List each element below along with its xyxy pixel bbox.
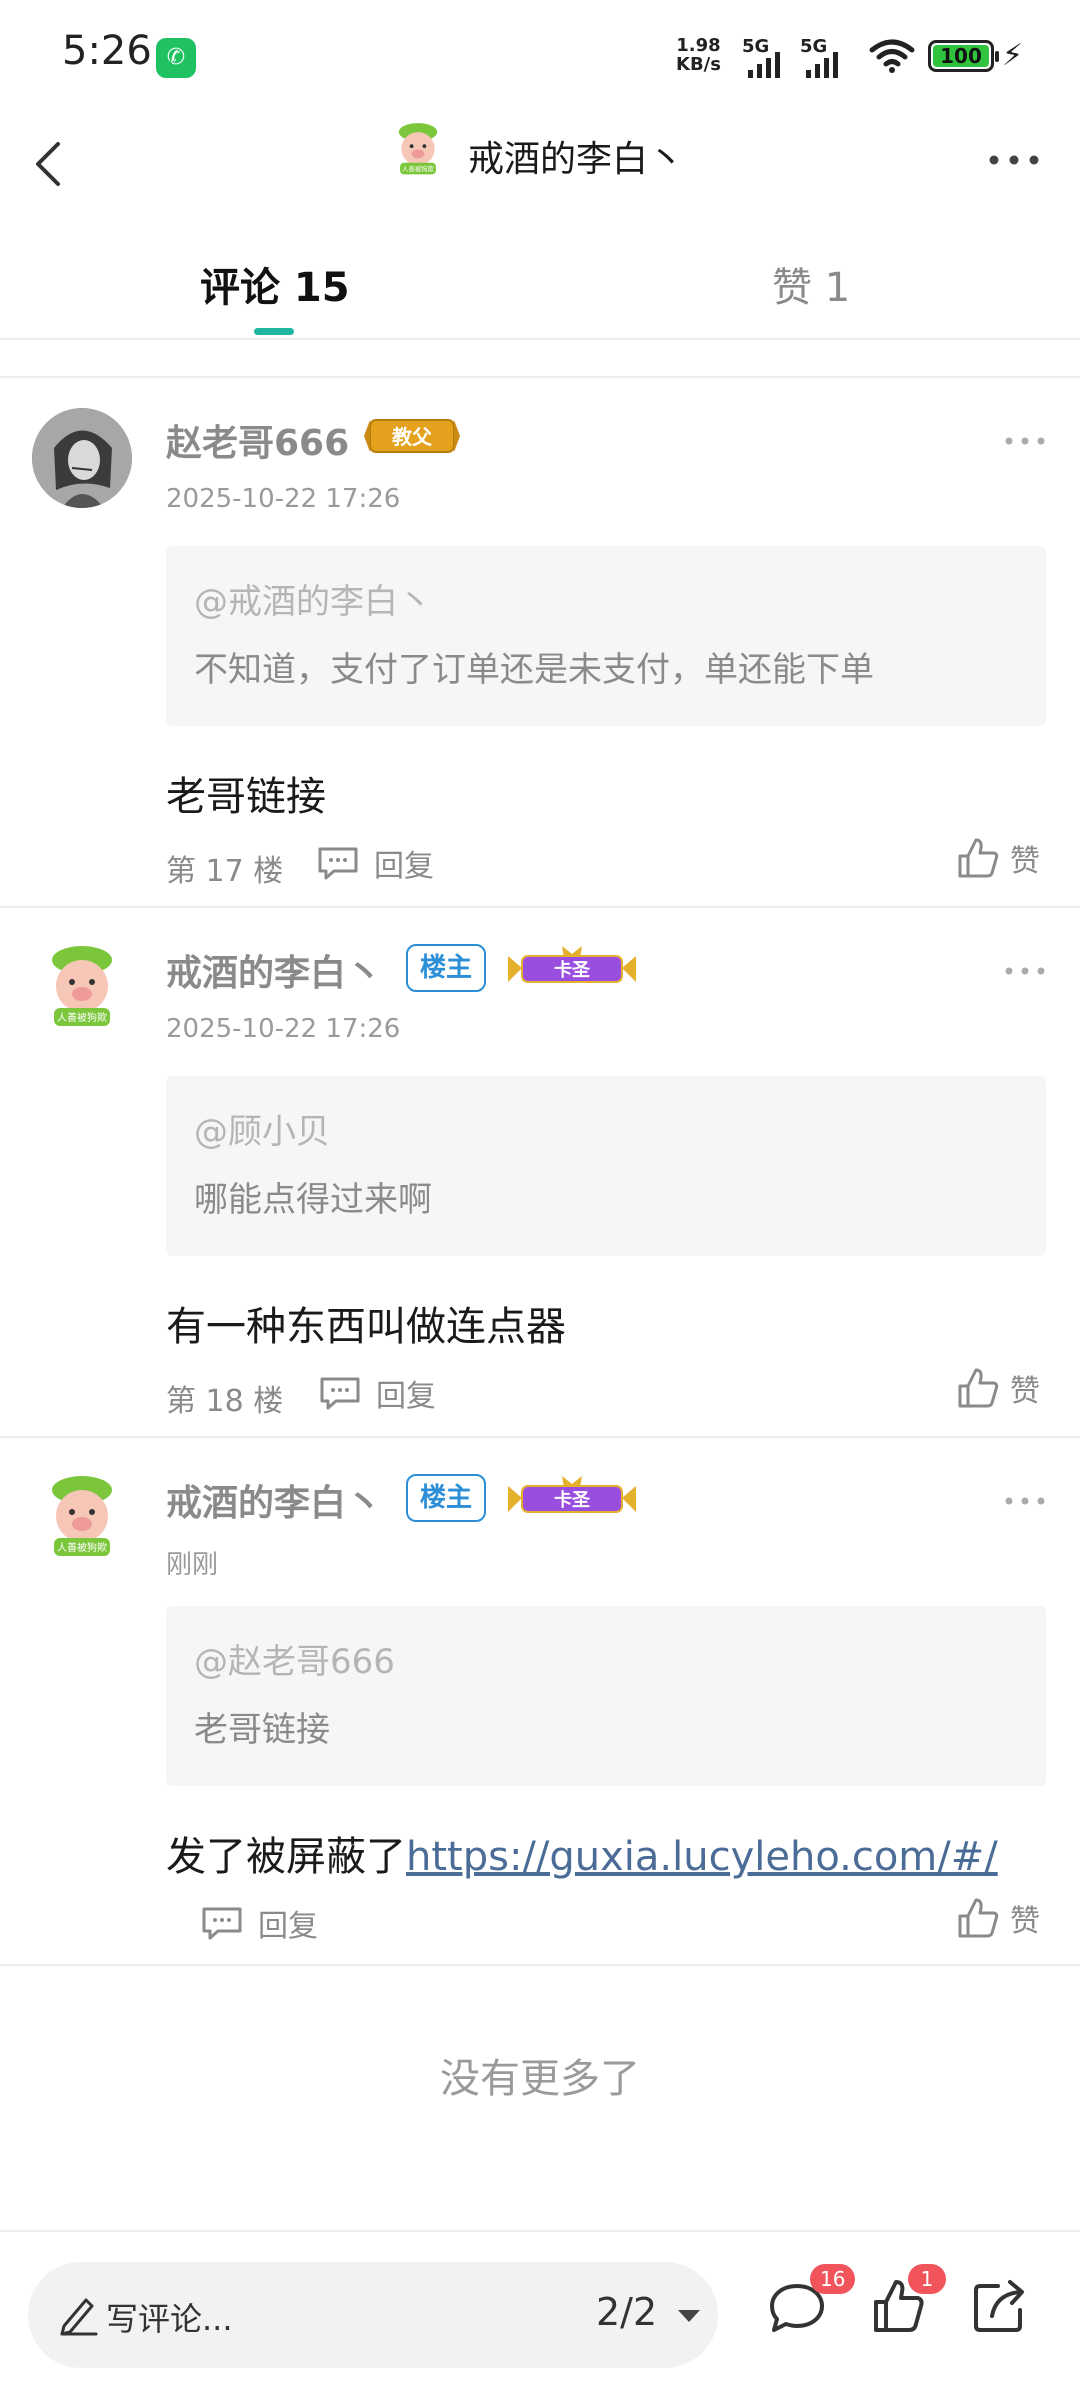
battery-icon: 100 (928, 40, 999, 72)
network-speed: 1.98 KB/s (676, 36, 721, 74)
title-badge-text: 卡圣 (554, 959, 591, 981)
reply-icon (202, 1907, 242, 1940)
header-avatar[interactable]: 人善被狗欺 (386, 118, 450, 182)
network-speed-value: 1.98 (676, 35, 721, 56)
like-label: 赞 (1010, 1904, 1040, 1939)
reply-label: 回复 (258, 1909, 318, 1944)
reply-button[interactable]: 回复 (316, 838, 434, 888)
comment-link[interactable]: https://guxia.lucyleho.com/#/ (406, 1834, 998, 1880)
charging-icon: ⚡ (1002, 38, 1024, 73)
back-button[interactable] (20, 122, 80, 202)
avatar[interactable] (32, 408, 132, 508)
bottom-bar: 写评论... 2/2 16 1 (0, 2230, 1080, 2400)
like-label: 赞 (1010, 844, 1040, 879)
quoted-comment[interactable]: @戒酒的李白丶 不知道，支付了订单还是未支付，单还能下单 (166, 546, 1046, 726)
comment-body: 有一种东西叫做连点器 (166, 1304, 566, 1350)
page-indicator[interactable]: 2/2 (596, 2290, 657, 2334)
quoted-comment[interactable]: @赵老哥666 老哥链接 (166, 1606, 1046, 1786)
comment-time: 刚刚 (166, 1550, 219, 1580)
thumbs-up-icon (958, 1368, 999, 1408)
page-title: 戒酒的李白丶 (468, 139, 685, 180)
comment-body-text: 发了被屏蔽了 (166, 1834, 406, 1880)
tab-active-indicator (254, 328, 294, 335)
pencil-icon (60, 2298, 98, 2336)
like-label: 赞 (1010, 1374, 1040, 1409)
like-button[interactable]: 赞 (956, 828, 1040, 888)
reply-label: 回复 (376, 1379, 436, 1414)
wifi-icon (869, 39, 915, 73)
wechat-notification-icon: ✆ (156, 38, 196, 78)
comment-time: 2025-10-22 17:26 (166, 1014, 401, 1044)
owner-badge: 楼主 (406, 1474, 487, 1522)
pig-avatar-icon: 人善被狗欺 (386, 118, 450, 182)
avatar[interactable]: 人善被狗欺 (32, 1468, 132, 1568)
comment-time: 2025-10-22 17:26 (166, 484, 401, 514)
divider (0, 338, 1080, 340)
comment-more-button[interactable] (1000, 426, 1050, 456)
quoted-text: 不知道，支付了订单还是未支付，单还能下单 (194, 650, 874, 690)
title-badge-text: 教父 (392, 425, 433, 449)
title-badge: 教父 (364, 419, 460, 453)
comment-body: 老哥链接 (166, 774, 326, 820)
title-badge: 卡圣 (508, 1476, 636, 1513)
comment-more-button[interactable] (1000, 1486, 1050, 1516)
pig-avatar-icon: 人善被狗欺 (32, 938, 132, 1038)
share-button[interactable] (966, 2272, 1036, 2342)
network-speed-unit: KB/s (676, 54, 721, 75)
comment-more-button[interactable] (1000, 956, 1050, 986)
floor-label: 第 17 楼 (166, 854, 284, 889)
tab-likes[interactable]: 赞 1 (772, 255, 850, 313)
quoted-comment[interactable]: @顾小贝 哪能点得过来啊 (166, 1076, 1046, 1256)
thumbs-up-icon (958, 1898, 999, 1938)
quoted-user[interactable]: @顾小贝 (194, 1104, 330, 1153)
title-badge-text: 卡圣 (554, 1489, 591, 1511)
title-badge: 卡圣 (508, 946, 636, 983)
owner-badge: 楼主 (406, 944, 487, 992)
username[interactable]: 戒酒的李白丶 (166, 1474, 382, 1526)
username[interactable]: 赵老哥666 (166, 414, 349, 466)
like-post-button[interactable]: 1 (864, 2264, 946, 2342)
status-time: 5:26 (62, 28, 152, 74)
floor-label: 第 18 楼 (166, 1384, 284, 1419)
quoted-text: 老哥链接 (194, 1710, 330, 1750)
comment-body: 发了被屏蔽了https://guxia.lucyleho.com/#/ (166, 1824, 998, 1882)
quoted-text: 哪能点得过来啊 (194, 1180, 432, 1220)
divider (0, 1964, 1080, 1966)
quoted-user[interactable]: @戒酒的李白丶 (194, 574, 432, 623)
comment-input-placeholder: 写评论... (106, 2300, 233, 2338)
share-icon (974, 2280, 1024, 2332)
chevron-down-icon[interactable] (676, 2308, 702, 2324)
comments-button[interactable]: 16 (762, 2264, 856, 2342)
comment-count-badge: 16 (810, 2264, 856, 2294)
status-bar: 5:26 ✆ 1.98 KB/s 5G 5G 100 ⚡ (0, 0, 1080, 110)
pig-avatar-icon: 人善被狗欺 (32, 1468, 132, 1568)
avatar-text: 人善被狗欺 (57, 1011, 107, 1024)
comment-item: 人善被狗欺 戒酒的李白丶 楼主 卡圣 刚刚 @赵老哥666 老哥链接 发了被屏蔽… (0, 1436, 1080, 1966)
battery-level: 100 (933, 45, 989, 67)
avatar[interactable]: 人善被狗欺 (32, 938, 132, 1038)
reply-icon (320, 1377, 360, 1410)
thumbs-up-icon (958, 838, 999, 878)
sketch-portrait-icon (32, 408, 132, 508)
comment-item: 人善被狗欺 戒酒的李白丶 楼主 卡圣 2025-10-22 17:26 @顾小贝… (0, 906, 1080, 1436)
like-count-badge: 1 (908, 2264, 946, 2294)
header: 人善被狗欺 戒酒的李白丶 评论 15 赞 1 (0, 110, 1080, 335)
reply-label: 回复 (374, 849, 434, 884)
comment-item: 赵老哥666 教父 2025-10-22 17:26 @戒酒的李白丶 不知道，支… (0, 376, 1080, 906)
reply-icon (318, 847, 358, 880)
reply-button[interactable]: 回复 (200, 1898, 318, 1948)
quoted-user[interactable]: @赵老哥666 (194, 1634, 395, 1683)
like-button[interactable]: 赞 (956, 1888, 1040, 1948)
header-avatar-text: 人善被狗欺 (402, 164, 435, 173)
tab-comments[interactable]: 评论 15 (200, 255, 350, 313)
like-button[interactable]: 赞 (956, 1358, 1040, 1418)
comment-input[interactable]: 写评论... 2/2 (28, 2262, 718, 2368)
username[interactable]: 戒酒的李白丶 (166, 944, 382, 996)
reply-button[interactable]: 回复 (318, 1368, 436, 1418)
more-options-button[interactable] (984, 140, 1044, 180)
avatar-text: 人善被狗欺 (57, 1541, 107, 1554)
end-of-list-label: 没有更多了 (440, 2056, 640, 2102)
